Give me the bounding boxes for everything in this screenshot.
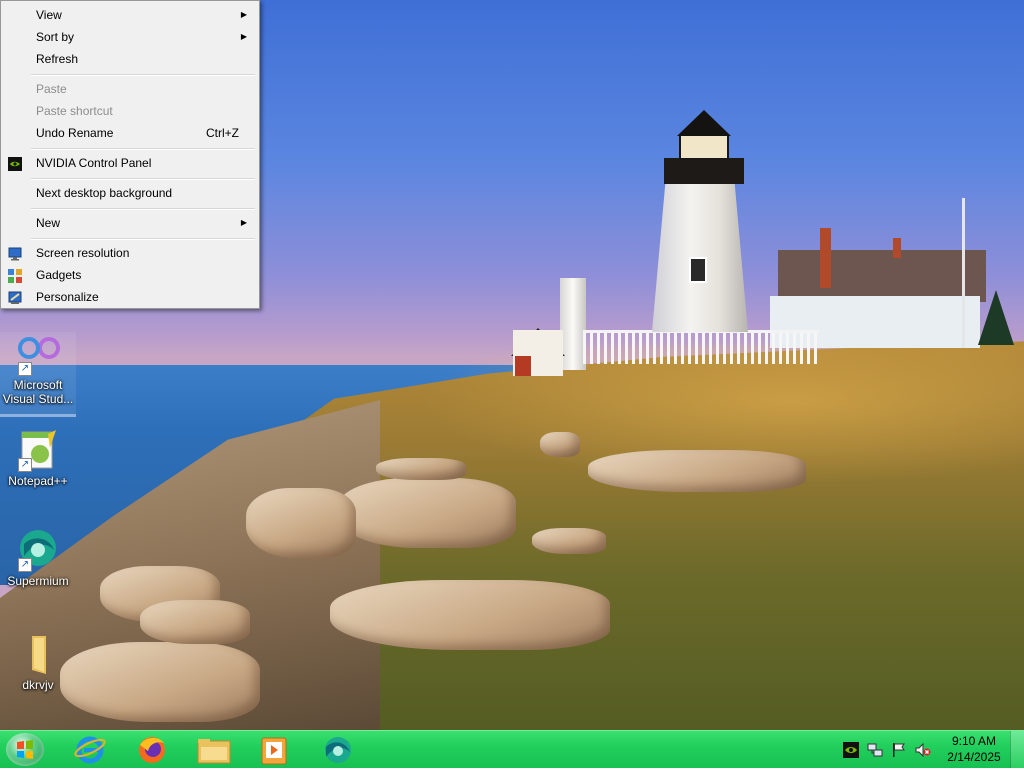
visual-studio-icon: ↗	[16, 332, 60, 376]
action-center-flag-icon[interactable]	[891, 742, 907, 758]
supermium-icon: ↗	[16, 528, 60, 572]
menu-item-label: New	[36, 216, 61, 230]
menu-separator	[31, 208, 255, 210]
wallpaper-rock	[338, 478, 516, 548]
network-icon[interactable]	[867, 742, 883, 758]
menu-item-label: View	[36, 8, 62, 22]
firefox-icon	[139, 737, 165, 763]
monitor-icon	[8, 246, 22, 261]
wallpaper-house-roof	[778, 250, 986, 302]
menu-item-accelerator: Ctrl+Z	[206, 126, 239, 140]
desktop-context-menu: View ▶ Sort by ▶ Refresh Paste Paste sho…	[0, 0, 260, 309]
volume-muted-icon[interactable]	[915, 742, 931, 758]
taskbar-internet-explorer[interactable]	[66, 733, 114, 766]
desktop-icon-label: Supermium	[7, 574, 69, 588]
shortcut-arrow-icon: ↗	[18, 458, 32, 472]
desktop-icon-label: Microsoft	[13, 378, 63, 392]
menu-item-label: Refresh	[36, 52, 79, 66]
submenu-arrow-icon: ▶	[240, 10, 247, 19]
menu-item-label: Sort by	[36, 30, 75, 44]
wallpaper-rock	[540, 432, 580, 457]
menu-item-label: Gadgets	[36, 268, 82, 282]
desktop-icon-label: Visual Stud...	[2, 392, 74, 406]
clock-date: 2/14/2025	[947, 750, 1001, 764]
wallpaper-rock	[60, 642, 260, 722]
menu-item-label: Undo Rename	[36, 126, 114, 140]
start-button[interactable]	[6, 733, 44, 766]
desktop-icon-supermium[interactable]: ↗ Supermium	[0, 528, 76, 588]
wallpaper-lighthouse-window	[689, 257, 707, 283]
folder-icon	[16, 632, 60, 676]
menu-separator	[31, 238, 255, 240]
desktop-icon-label: dkrvjv	[22, 678, 54, 692]
menu-item-new[interactable]: New ▶	[3, 212, 257, 234]
wallpaper-rock	[246, 488, 356, 558]
wallpaper-lighthouse-roof	[677, 110, 731, 136]
wallpaper-rock	[588, 450, 806, 492]
submenu-arrow-icon: ▶	[240, 218, 247, 227]
nvidia-icon	[8, 156, 22, 171]
menu-item-next-desktop-background[interactable]: Next desktop background	[3, 182, 257, 204]
nvidia-tray-icon[interactable]	[843, 742, 859, 758]
supermium-icon	[325, 737, 351, 763]
menu-separator	[31, 74, 255, 76]
show-desktop-button[interactable]	[1010, 731, 1024, 768]
menu-separator	[31, 148, 255, 150]
desktop-icon-notepad-plus-plus[interactable]: ↗ Notepad++	[0, 428, 76, 488]
menu-item-paste-shortcut: Paste shortcut	[3, 100, 257, 122]
wallpaper-chimney	[820, 228, 831, 288]
taskbar-clock[interactable]: 9:10 AM 2/14/2025	[940, 733, 1008, 765]
media-player-icon	[261, 737, 287, 765]
notepad-plus-plus-icon: ↗	[16, 428, 60, 472]
file-explorer-icon	[197, 739, 231, 764]
wallpaper-shed-door	[515, 356, 531, 376]
menu-separator	[31, 178, 255, 180]
menu-item-personalize[interactable]: Personalize	[3, 286, 257, 308]
menu-item-view[interactable]: View ▶	[3, 4, 257, 26]
wallpaper-chimney	[893, 238, 901, 258]
windows-logo-icon	[17, 740, 33, 759]
shortcut-arrow-icon: ↗	[18, 362, 32, 376]
desktop-icon-label: Notepad++	[8, 474, 68, 488]
menu-item-label: Paste shortcut	[36, 104, 113, 118]
wallpaper-rock	[532, 528, 606, 554]
desktop-icon-visual-studio[interactable]: ↗ Microsoft Visual Stud...	[0, 332, 76, 417]
submenu-arrow-icon: ▶	[240, 32, 247, 41]
menu-item-screen-resolution[interactable]: Screen resolution	[3, 242, 257, 264]
menu-item-label: Screen resolution	[36, 246, 130, 260]
menu-item-gadgets[interactable]: Gadgets	[3, 264, 257, 286]
menu-item-refresh[interactable]: Refresh	[3, 48, 257, 70]
wallpaper-lighthouse-gallery	[664, 158, 744, 184]
menu-item-label: Personalize	[36, 290, 99, 304]
wallpaper-lighthouse-lantern	[679, 134, 729, 160]
taskbar-file-explorer[interactable]	[190, 733, 238, 766]
taskbar: 9:10 AM 2/14/2025	[0, 730, 1024, 768]
menu-item-label: NVIDIA Control Panel	[36, 156, 152, 170]
internet-explorer-icon	[74, 736, 106, 764]
menu-item-paste: Paste	[3, 78, 257, 100]
taskbar-media-player[interactable]	[250, 733, 298, 766]
menu-item-undo-rename[interactable]: Undo Rename Ctrl+Z	[3, 122, 257, 144]
shortcut-arrow-icon: ↗	[18, 558, 32, 572]
wallpaper-rock	[140, 600, 250, 644]
wallpaper-rock	[330, 580, 610, 650]
menu-item-label: Paste	[36, 82, 67, 96]
wallpaper-rock	[376, 458, 466, 480]
wallpaper-flagpole	[962, 198, 965, 348]
menu-item-label: Next desktop background	[36, 186, 173, 200]
gadgets-icon	[8, 268, 22, 283]
personalize-icon	[8, 290, 22, 304]
desktop-icon-folder[interactable]: dkrvjv	[0, 632, 76, 692]
taskbar-supermium[interactable]	[314, 733, 362, 766]
clock-time: 9:10 AM	[951, 734, 997, 748]
wallpaper-fence	[583, 330, 819, 364]
menu-item-nvidia-control-panel[interactable]: NVIDIA Control Panel	[3, 152, 257, 174]
menu-item-sort-by[interactable]: Sort by ▶	[3, 26, 257, 48]
taskbar-firefox[interactable]	[128, 733, 176, 766]
